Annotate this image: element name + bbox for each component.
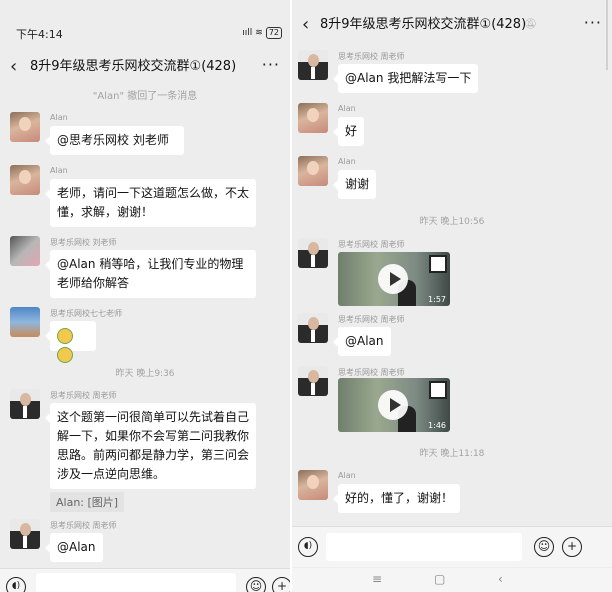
battery-icon: 72 <box>265 27 282 39</box>
home-nav-icon[interactable]: ▢ <box>434 572 445 586</box>
qr-code-icon <box>429 255 447 273</box>
plus-icon[interactable]: + <box>272 577 290 592</box>
timestamp: 昨天 晚上10:56 <box>419 217 485 227</box>
emoji-bubble[interactable] <box>45 321 96 363</box>
wifi-icon: ≋ <box>255 28 263 38</box>
mute-icon: 🔕︎ <box>524 19 537 30</box>
qr-code-icon <box>429 381 447 399</box>
chick-emoji-icon <box>57 327 73 344</box>
right-chat-screen: ‹ 8升9年级思考乐网校交流群①(428) 🔕︎ ··· 思考乐网校 周老师 @… <box>292 0 612 592</box>
message-bubble[interactable]: 好的，懂了，谢谢！ <box>332 484 461 513</box>
avatar[interactable] <box>298 238 328 268</box>
avatar[interactable] <box>298 156 328 186</box>
message-bubble[interactable]: 谢谢 <box>332 170 377 199</box>
play-icon[interactable] <box>378 264 408 294</box>
video-duration: 1:57 <box>428 295 446 304</box>
avatar[interactable] <box>298 470 328 500</box>
signal-icon: ııll <box>242 28 253 38</box>
timestamp: 昨天 晚上11:18 <box>419 449 485 459</box>
video-message[interactable]: 1:57 <box>338 252 450 306</box>
nav-bar: ≡ ▢ ‹ <box>292 568 612 592</box>
sender-name: 思考乐网校 周老师 <box>338 368 405 377</box>
video-message[interactable]: 1:46 <box>338 378 450 432</box>
back-icon[interactable]: ‹ <box>10 52 17 82</box>
sender-name: Alan <box>50 166 68 175</box>
play-icon[interactable] <box>378 390 408 420</box>
status-bar: 下午4:14 ııll ≋ 72 <box>0 24 290 46</box>
chick-emoji-icon <box>57 346 73 363</box>
sender-name: 思考乐网校 周老师 <box>50 391 117 400</box>
chat-header: ‹ 8升9年级思考乐网校交流群①(428) 🔕︎ ··· <box>292 10 612 40</box>
message-input[interactable] <box>36 573 236 592</box>
emoji-icon[interactable]: ☺ <box>534 537 554 557</box>
voice-icon[interactable]: ◖) <box>298 537 318 557</box>
message-bubble[interactable]: 好 <box>332 117 365 146</box>
back-nav-icon[interactable]: ‹ <box>498 572 503 586</box>
sender-name: 思考乐网校 周老师 <box>338 315 405 324</box>
sender-name: 思考乐网校 周老师 <box>338 240 405 249</box>
chat-title: 8升9年级思考乐网校交流群①(428) <box>320 17 527 32</box>
more-icon[interactable]: ··· <box>262 52 280 78</box>
sender-name: 思考乐网校七七老师 <box>50 309 122 318</box>
sender-name: 思考乐网校 刘老师 <box>50 238 117 247</box>
plus-icon[interactable]: + <box>562 537 582 557</box>
recall-notice: "Alan" 撤回了一条消息 <box>92 91 198 102</box>
message-input[interactable] <box>326 533 522 561</box>
message-bubble[interactable]: @思考乐网校 刘老师 <box>45 126 184 155</box>
sender-name: 思考乐网校 周老师 <box>338 52 405 61</box>
sender-name: Alan <box>338 471 356 480</box>
avatar[interactable] <box>10 389 40 419</box>
emoji-icon[interactable]: ☺ <box>246 577 266 592</box>
back-icon[interactable]: ‹ <box>302 10 309 40</box>
avatar[interactable] <box>298 313 328 343</box>
sender-name: 思考乐网校 周老师 <box>50 521 117 530</box>
message-bubble[interactable]: 这个题第一问很简单可以先试着自己解一下，如果你不会写第二问我教你思路。前两问都是… <box>45 403 256 489</box>
avatar[interactable] <box>10 307 40 337</box>
avatar[interactable] <box>298 50 328 80</box>
video-duration: 1:46 <box>428 421 446 430</box>
status-time: 下午4:14 <box>16 28 63 41</box>
avatar[interactable] <box>10 112 40 142</box>
sender-name: Alan <box>338 104 356 113</box>
avatar[interactable] <box>10 165 40 195</box>
avatar[interactable] <box>298 366 328 396</box>
message-bubble[interactable]: @Alan <box>45 533 103 562</box>
timestamp: 昨天 晚上9:36 <box>115 369 175 379</box>
chat-header: ‹ 8升9年级思考乐网校交流群①(428) ··· <box>0 52 290 82</box>
avatar[interactable] <box>10 236 40 266</box>
message-bubble[interactable]: @Alan 稍等哈，让我们专业的物理老师给你解答 <box>45 250 256 298</box>
status-icons: ııll ≋ 72 <box>242 27 282 39</box>
chat-title: 8升9年级思考乐网校交流群①(428) <box>30 59 237 74</box>
message-bubble[interactable]: 老师，请问一下这道题怎么做，不太懂，求解，谢谢！ <box>45 179 256 227</box>
input-bar: ◖) ☺ + <box>292 526 612 567</box>
avatar[interactable] <box>10 519 40 549</box>
quoted-message[interactable]: Alan: [图片] <box>50 492 125 512</box>
message-bubble[interactable]: @Alan <box>333 327 391 356</box>
sender-name: Alan <box>338 157 356 166</box>
voice-icon[interactable]: ◖) <box>6 577 26 592</box>
left-chat-screen: 下午4:14 ııll ≋ 72 ‹ 8升9年级思考乐网校交流群①(428) ·… <box>0 0 290 592</box>
more-icon[interactable]: ··· <box>584 10 602 36</box>
input-bar: ◖) ☺ + <box>0 568 290 592</box>
message-bubble[interactable]: @Alan 我把解法写一下 <box>332 64 479 93</box>
sender-name: Alan <box>50 113 68 122</box>
menu-nav-icon[interactable]: ≡ <box>372 572 382 586</box>
avatar[interactable] <box>298 103 328 133</box>
